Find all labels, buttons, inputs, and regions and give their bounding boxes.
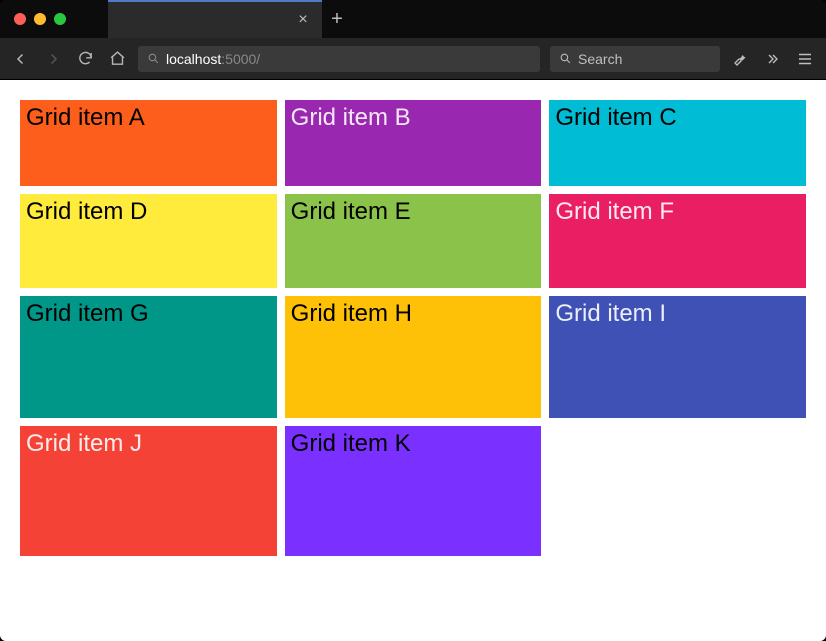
demo-grid: Grid item AGrid item BGrid item CGrid it… [20,100,806,556]
close-window-button[interactable] [14,13,26,25]
toolbar: localhost:5000/ Search [0,38,826,80]
search-icon [146,52,160,66]
search-bar[interactable]: Search [550,46,720,72]
maximize-window-button[interactable] [54,13,66,25]
tab-strip: × + [0,0,826,38]
grid-item: Grid item K [285,426,542,556]
grid-item: Grid item I [549,296,806,418]
home-button[interactable] [106,48,128,70]
search-icon [558,52,572,66]
grid-item: Grid item F [549,194,806,288]
close-tab-icon[interactable]: × [294,11,312,29]
address-bar[interactable]: localhost:5000/ [138,46,540,72]
minimize-window-button[interactable] [34,13,46,25]
new-tab-button[interactable]: + [322,0,352,38]
back-button[interactable] [10,48,32,70]
devtools-icon[interactable] [730,51,752,67]
window-controls [0,13,66,25]
search-placeholder: Search [578,51,622,67]
grid-item: Grid item E [285,194,542,288]
grid-item: Grid item B [285,100,542,186]
grid-item: Grid item J [20,426,277,556]
menu-icon[interactable] [794,50,816,68]
forward-button[interactable] [42,48,64,70]
url-text: localhost:5000/ [166,51,260,67]
tab-active[interactable]: × [108,0,322,38]
browser-window: × + localhost:5000/ Search [0,0,826,641]
grid-item: Grid item H [285,296,542,418]
page-viewport: Grid item AGrid item BGrid item CGrid it… [0,80,826,641]
grid-item: Grid item A [20,100,277,186]
tabs: × [108,0,322,38]
grid-item: Grid item C [549,100,806,186]
grid-item: Grid item G [20,296,277,418]
reload-button[interactable] [74,48,96,70]
overflow-icon[interactable] [762,51,784,67]
grid-item: Grid item D [20,194,277,288]
